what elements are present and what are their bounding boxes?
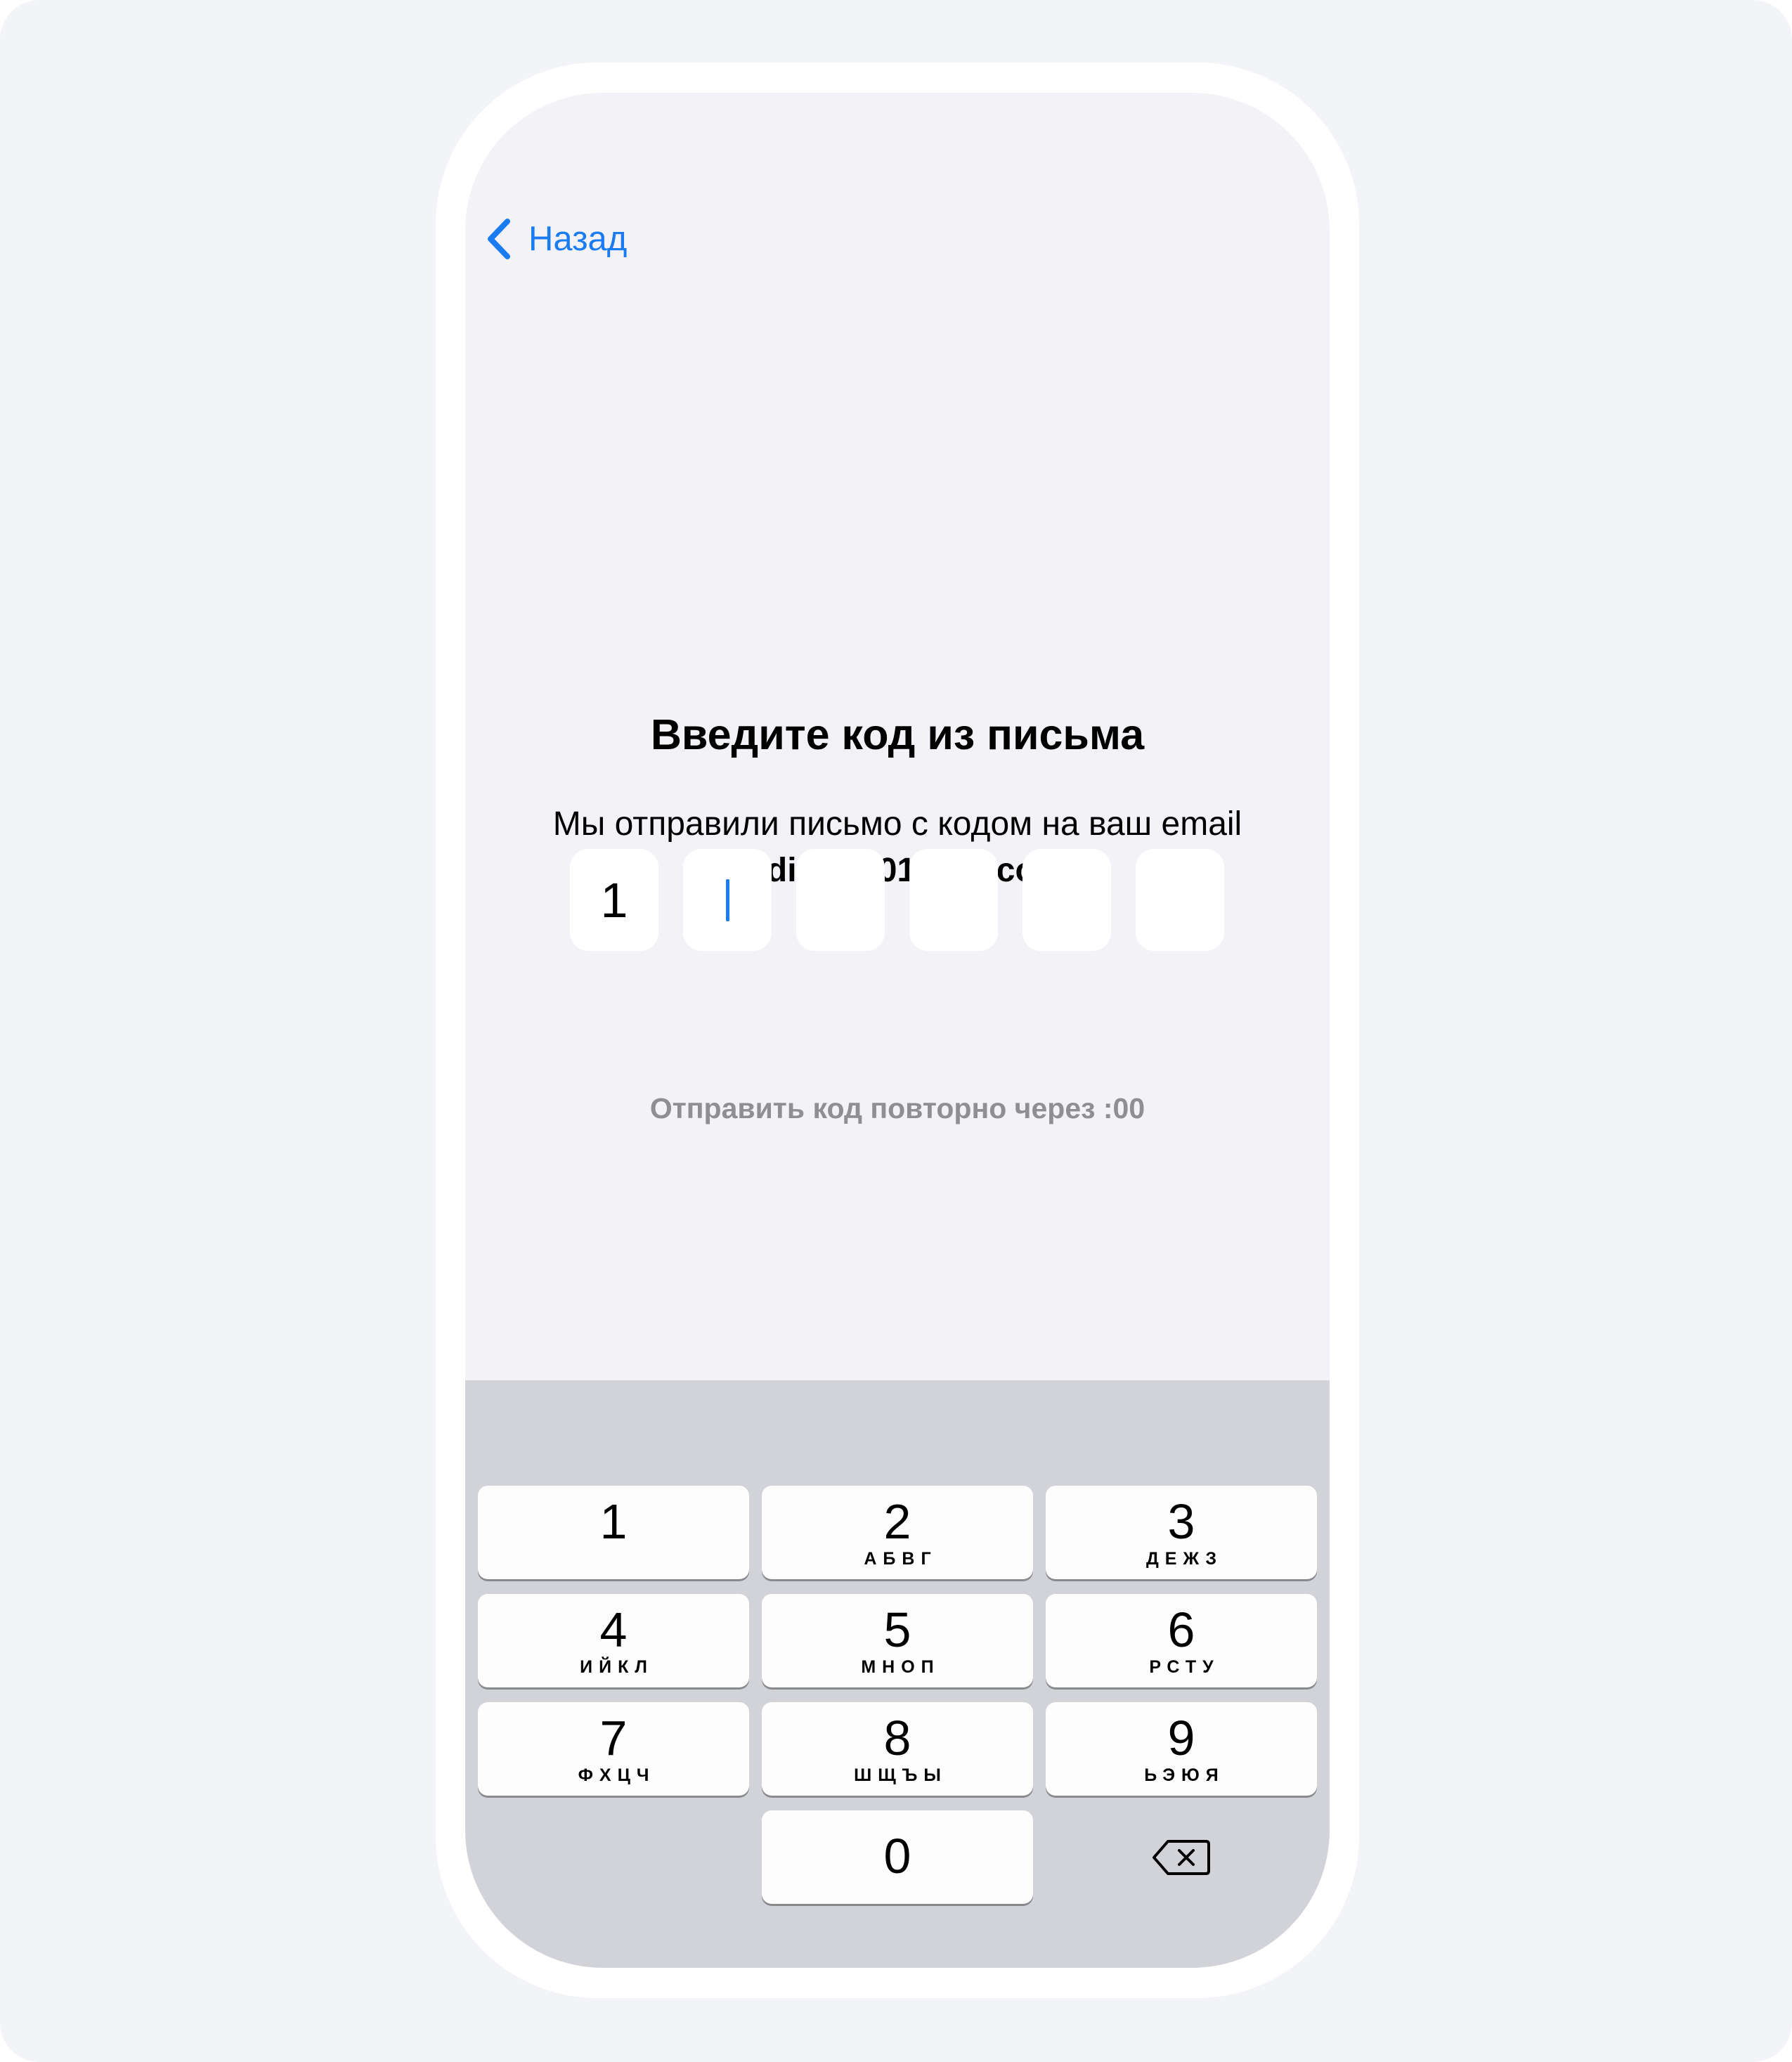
key-5[interactable]: 5 МНОП: [762, 1594, 1033, 1687]
back-label: Назад: [528, 219, 628, 258]
phone-screen: Назад Введите код из письма Мы отправили…: [465, 93, 1330, 1968]
key-1[interactable]: 1: [478, 1486, 749, 1579]
chevron-left-icon: [485, 217, 513, 261]
key-digit: 4: [599, 1602, 628, 1657]
key-letters: ШЩЪЫ: [854, 1765, 947, 1785]
key-letters: ФХЦЧ: [578, 1765, 656, 1785]
key-letters: ИЙКЛ: [580, 1657, 654, 1677]
resend-code-timer: Отправить код повторно через :00: [649, 1092, 1145, 1124]
key-6[interactable]: 6 РСТУ: [1046, 1594, 1317, 1687]
key-letters: МНОП: [861, 1657, 940, 1677]
key-4[interactable]: 4 ИЙКЛ: [478, 1594, 749, 1687]
key-digit: 8: [883, 1711, 911, 1765]
key-digit: 9: [1167, 1711, 1195, 1765]
code-digit-box-3[interactable]: [796, 849, 885, 951]
key-2[interactable]: 2 АБВГ: [762, 1486, 1033, 1579]
subtitle-text: Мы отправили письмо с кодом на ваш email: [552, 805, 1242, 843]
key-3[interactable]: 3 ДЕЖЗ: [1046, 1486, 1317, 1579]
key-digit: 7: [599, 1711, 628, 1765]
code-digit-value: 1: [600, 872, 628, 928]
code-digit-box-4[interactable]: [909, 849, 998, 951]
text-cursor: [725, 878, 729, 921]
key-9[interactable]: 9 ЬЭЮЯ: [1046, 1702, 1317, 1796]
key-digit: 2: [883, 1494, 911, 1549]
key-digit: 5: [883, 1602, 911, 1657]
key-8[interactable]: 8 ШЩЪЫ: [762, 1702, 1033, 1796]
key-0[interactable]: 0: [762, 1810, 1033, 1904]
key-digit: 1: [599, 1494, 628, 1549]
backspace-icon: [1151, 1839, 1212, 1876]
key-letters: РСТУ: [1149, 1657, 1220, 1677]
page-title: Введите код из письма: [650, 711, 1145, 758]
key-digit: 3: [1167, 1494, 1195, 1549]
back-button[interactable]: Назад: [485, 211, 627, 267]
key-letters: ЬЭЮЯ: [1144, 1765, 1225, 1785]
delete-key[interactable]: [1046, 1810, 1317, 1904]
key-7[interactable]: 7 ФХЦЧ: [478, 1702, 749, 1796]
key-digit: 0: [883, 1829, 911, 1883]
key-letters: ДЕЖЗ: [1145, 1549, 1223, 1569]
code-digit-box-2-active[interactable]: [683, 849, 772, 951]
key-letters: АБВГ: [864, 1549, 937, 1569]
key-digit: 6: [1167, 1602, 1195, 1657]
code-digit-box-1[interactable]: 1: [570, 849, 658, 951]
code-digit-box-6[interactable]: [1136, 849, 1224, 951]
code-digit-box-5[interactable]: [1022, 849, 1111, 951]
numeric-keyboard: 1 2 АБВГ 3 ДЕЖЗ 4 ИЙКЛ 5 МНОП 6 РСТУ 7 Ф…: [465, 1380, 1330, 1968]
